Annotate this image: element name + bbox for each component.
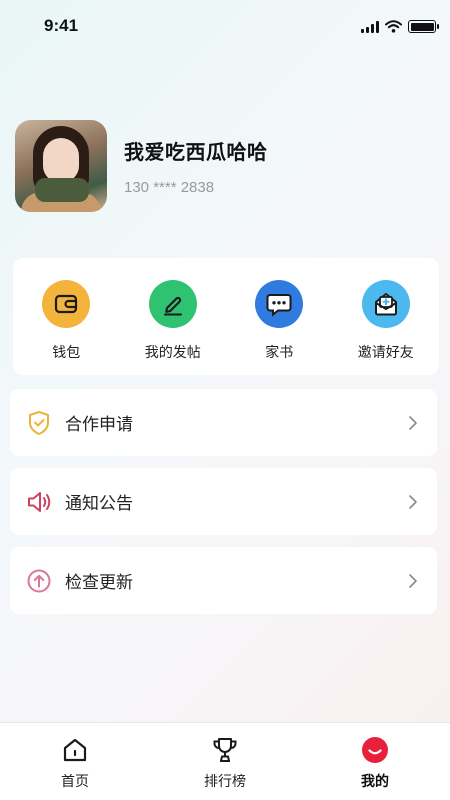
wifi-icon xyxy=(385,20,402,33)
tab-label: 首页 xyxy=(61,774,89,790)
chat-bubble-icon xyxy=(255,280,304,328)
smile-icon xyxy=(360,735,390,765)
tab-mine[interactable]: 我的 xyxy=(320,723,430,800)
speaker-icon xyxy=(26,489,52,515)
profile-info: 我爱吃西瓜哈哈 130 **** 2838 xyxy=(124,136,268,196)
avatar[interactable] xyxy=(15,120,107,212)
shield-check-icon xyxy=(26,410,52,436)
quick-action-label: 邀请好友 xyxy=(357,345,414,361)
quick-action-label: 我的发帖 xyxy=(144,345,201,361)
status-bar: 9:41 xyxy=(0,0,450,52)
menu-item-label: 合作申请 xyxy=(65,415,133,435)
quick-action-invite-friends[interactable]: 邀请好友 xyxy=(338,280,434,362)
cellular-signal-icon xyxy=(361,20,379,33)
chevron-right-icon xyxy=(403,492,423,512)
username: 我爱吃西瓜哈哈 xyxy=(124,140,268,164)
quick-action-label: 家书 xyxy=(265,345,294,361)
tab-label: 我的 xyxy=(361,774,389,790)
battery-icon xyxy=(408,20,439,33)
wallet-icon xyxy=(42,280,91,328)
trophy-icon xyxy=(210,735,240,765)
chevron-right-icon xyxy=(403,413,423,433)
status-time: 9:41 xyxy=(44,16,79,35)
menu-item-cooperation-application[interactable]: 合作申请 xyxy=(10,389,437,456)
quick-action-family-letter[interactable]: 家书 xyxy=(231,280,327,362)
quick-action-label: 钱包 xyxy=(52,345,81,361)
status-icons xyxy=(361,20,439,33)
quick-action-my-posts[interactable]: 我的发帖 xyxy=(125,280,221,362)
menu-item-label: 通知公告 xyxy=(65,494,133,514)
quick-actions-card: 钱包 我的发帖 家书 邀请好友 xyxy=(13,258,439,375)
arrow-up-circle-icon xyxy=(26,568,52,594)
pen-icon xyxy=(148,280,197,328)
menu-item-check-update[interactable]: 检查更新 xyxy=(10,547,437,614)
bottom-tab-bar: 首页 排行榜 我的 xyxy=(0,722,450,800)
tab-leaderboard[interactable]: 排行榜 xyxy=(170,723,280,800)
home-icon xyxy=(60,735,90,765)
chevron-right-icon xyxy=(403,571,423,591)
quick-action-wallet[interactable]: 钱包 xyxy=(18,280,114,362)
menu-item-notifications[interactable]: 通知公告 xyxy=(10,468,437,535)
profile-header[interactable]: 我爱吃西瓜哈哈 130 **** 2838 xyxy=(15,120,268,212)
tab-home[interactable]: 首页 xyxy=(20,723,130,800)
mail-invite-icon xyxy=(361,280,410,328)
menu-item-label: 检查更新 xyxy=(65,573,133,593)
tab-label: 排行榜 xyxy=(204,774,246,790)
phone-number: 130 **** 2838 xyxy=(124,179,215,196)
